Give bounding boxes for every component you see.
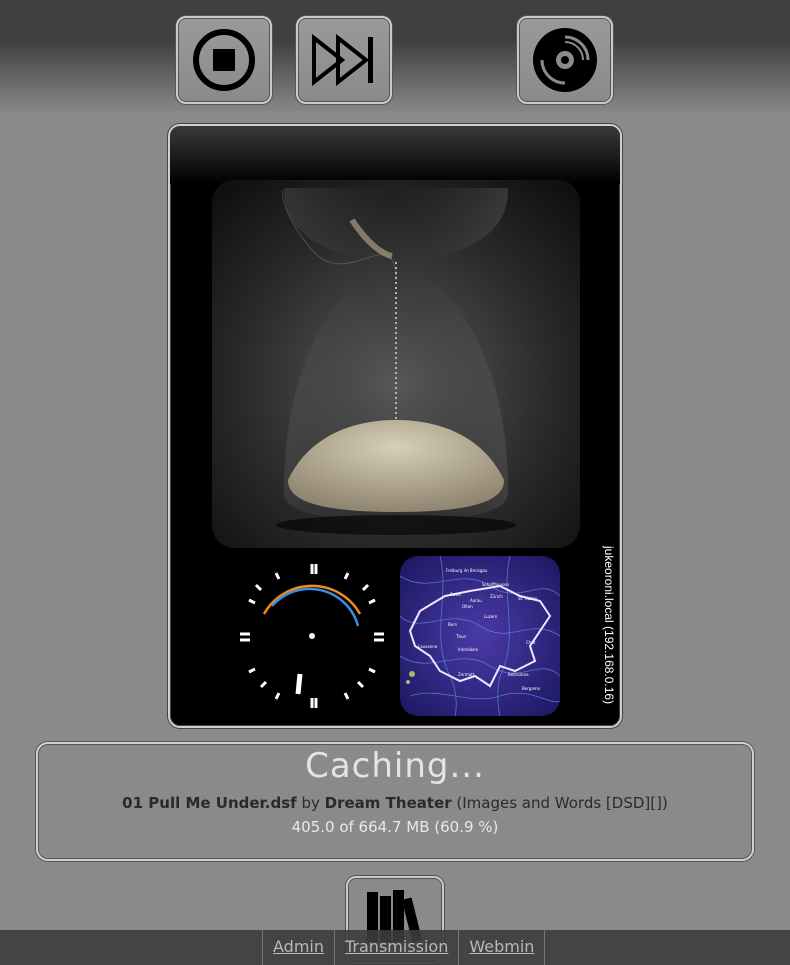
stop-button[interactable] <box>176 16 272 104</box>
host-label: jukeoroni.local (192.168.0.16) <box>602 546 616 705</box>
next-button[interactable] <box>296 16 392 104</box>
map-label: Basel <box>450 592 461 597</box>
status-title: Caching... <box>305 746 485 786</box>
media-button[interactable] <box>517 16 613 104</box>
map-label: Aarau <box>470 598 482 603</box>
by-text: by <box>301 794 320 812</box>
transmission-link[interactable]: Transmission <box>334 930 458 965</box>
top-bar <box>0 0 790 120</box>
map-label: St. Gallen <box>518 596 538 601</box>
map-label: Interlaken <box>458 647 479 652</box>
map-label: Bellinzona <box>508 672 529 677</box>
track-title: 01 Pull Me Under.dsf <box>122 794 297 812</box>
cache-progress-text: 405.0 of 664.7 MB (60.9 %) <box>291 818 499 836</box>
now-playing-panel: Freiburg im Breisgau Schaffhausen Basel … <box>168 124 622 728</box>
album-cover <box>212 180 580 548</box>
map-label: Luzern <box>484 614 498 619</box>
track-info: 01 Pull Me Under.dsf by Dream Theater (I… <box>38 794 752 812</box>
map-label: Thun <box>455 634 467 639</box>
footer-links: Admin Transmission Webmin <box>262 930 546 965</box>
map-label: Lausanne <box>418 644 438 649</box>
webmin-link[interactable]: Webmin <box>458 930 546 965</box>
skip-forward-icon <box>312 34 373 86</box>
map-label: Chur <box>526 640 536 645</box>
map-label: Zürich <box>490 594 503 599</box>
clock-widget <box>232 556 392 716</box>
status-panel: Caching... 01 Pull Me Under.dsf by Dream… <box>36 742 754 861</box>
map-label: Bergamo <box>522 686 541 691</box>
album-name: (Images and Words [DSD][]) <box>456 794 668 812</box>
map-label: Bern <box>448 622 458 627</box>
stop-icon <box>193 29 255 91</box>
disc-icon <box>533 28 597 92</box>
admin-link[interactable]: Admin <box>262 930 334 965</box>
map-label: Olten <box>462 604 473 609</box>
map-label: Zermatt <box>458 672 475 677</box>
map-label: Freiburg im Breisgau <box>446 568 488 573</box>
weather-map: Freiburg im Breisgau Schaffhausen Basel … <box>400 556 560 716</box>
map-label: Schaffhausen <box>482 582 510 587</box>
artist-name: Dream Theater <box>324 794 452 812</box>
